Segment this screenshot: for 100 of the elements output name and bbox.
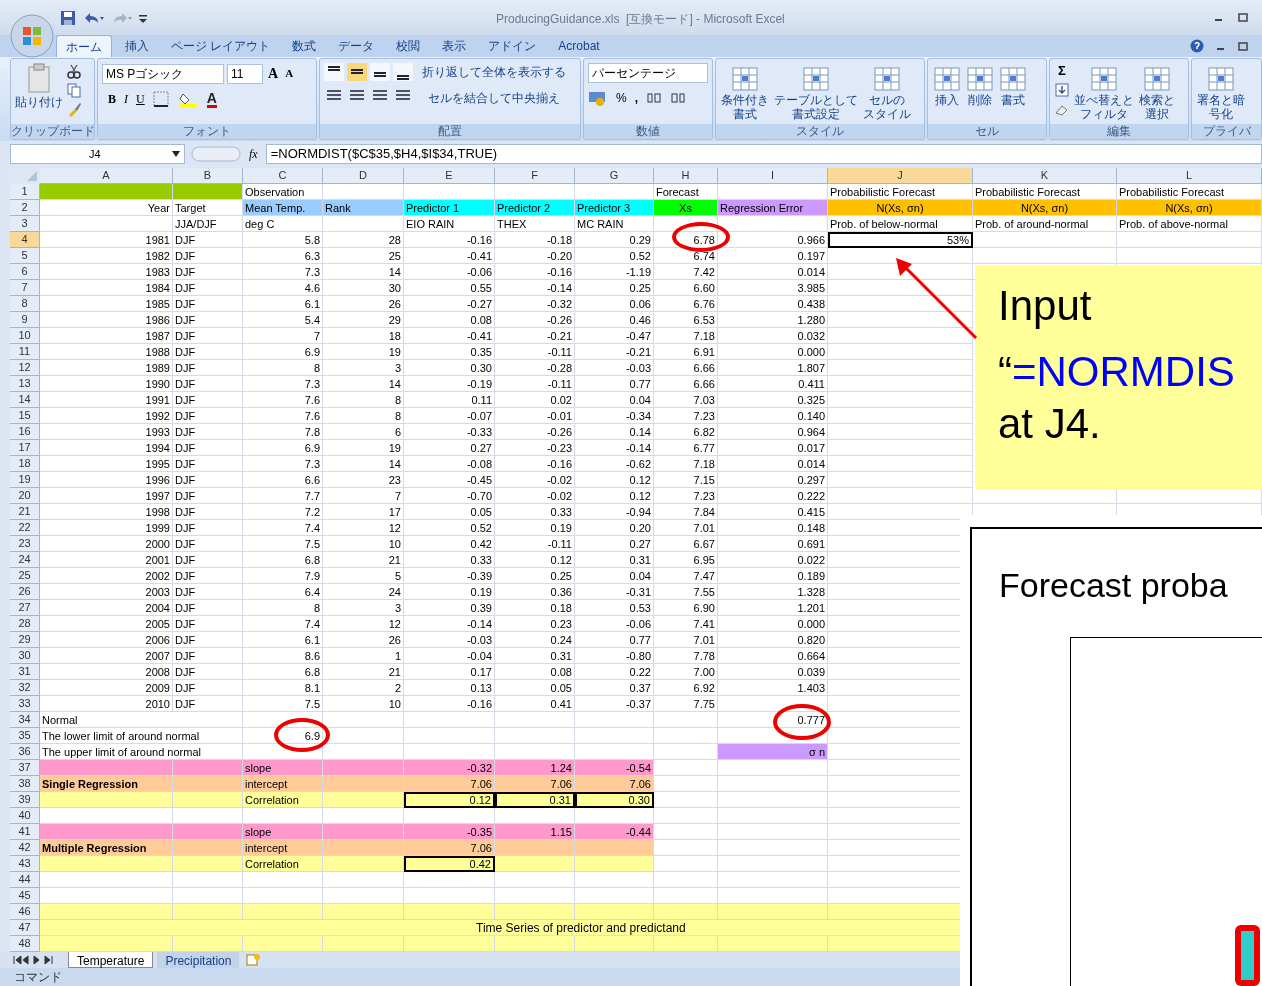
ribbon-button[interactable]: 署名と暗 号化 [1196, 63, 1246, 121]
column-header[interactable]: K [973, 168, 1117, 184]
column-header[interactable]: C [243, 168, 323, 184]
sheet-tab[interactable]: Temperature [68, 952, 154, 968]
row-header[interactable]: 48 [10, 936, 40, 952]
row-header[interactable]: 18 [10, 456, 40, 472]
ribbon-tab[interactable]: 表示 [433, 35, 476, 57]
row-header[interactable]: 10 [10, 328, 40, 344]
row-header[interactable]: 46 [10, 904, 40, 920]
format-button[interactable]: U [136, 90, 145, 108]
row-header[interactable]: 33 [10, 696, 40, 712]
comma-button[interactable]: , [634, 89, 638, 107]
formula-field[interactable]: =NORMDIST($C$35,$H4,$I$34,TRUE) [265, 144, 1262, 164]
row-header[interactable]: 13 [10, 376, 40, 392]
column-header[interactable]: E [404, 168, 495, 184]
wrap-text-button[interactable]: 折り返して全体を表示する [422, 63, 566, 81]
row-header[interactable]: 44 [10, 872, 40, 888]
row-header[interactable]: 47 [10, 920, 40, 936]
row-header[interactable]: 37 [10, 760, 40, 776]
row-header[interactable]: 16 [10, 424, 40, 440]
row-header[interactable]: 12 [10, 360, 40, 376]
format-button[interactable]: I [124, 90, 128, 108]
column-header[interactable]: H [654, 168, 718, 184]
column-header[interactable]: B [173, 168, 243, 184]
row-header[interactable]: 14 [10, 392, 40, 408]
column-header[interactable]: I [718, 168, 828, 184]
row-header[interactable]: 32 [10, 680, 40, 696]
font-name-field[interactable]: MS Pゴシック [102, 63, 224, 84]
row-header[interactable]: 22 [10, 520, 40, 536]
row-header[interactable]: 45 [10, 888, 40, 904]
ribbon-button[interactable]: テーブルとして 書式設定 [773, 63, 859, 121]
row-header[interactable]: 28 [10, 616, 40, 632]
row-header[interactable]: 24 [10, 552, 40, 568]
ribbon-button[interactable]: 書式 [998, 63, 1028, 107]
ribbon-button[interactable]: 検索と 選択 [1138, 63, 1176, 121]
number-format-field[interactable]: パーセンテージ [588, 63, 708, 83]
font-size-field[interactable]: 11 [227, 63, 263, 84]
column-header[interactable]: G [575, 168, 654, 184]
name-box[interactable]: J4 [10, 144, 185, 164]
ribbon-button[interactable]: 挿入 [932, 63, 962, 107]
row-header[interactable]: 26 [10, 584, 40, 600]
insert-function-button[interactable]: fx [247, 145, 260, 163]
row-header[interactable]: 39 [10, 792, 40, 808]
row-header[interactable]: 7 [10, 280, 40, 296]
row-header[interactable]: 21 [10, 504, 40, 520]
paste-button[interactable]: 貼り付け [15, 63, 63, 111]
row-header[interactable]: 23 [10, 536, 40, 552]
ribbon-tab[interactable]: 挿入 [116, 35, 158, 57]
ribbon-button[interactable]: 削除 [965, 63, 995, 107]
ribbon-tab[interactable]: 校閲 [387, 35, 430, 57]
ribbon-tab[interactable]: Acrobat [549, 35, 609, 57]
ribbon-tab[interactable]: データ [329, 35, 384, 57]
ribbon-tab[interactable]: ホーム [56, 35, 112, 57]
row-header[interactable]: 27 [10, 600, 40, 616]
sheet-tab[interactable]: Precipitation [157, 952, 240, 968]
row-header[interactable]: 30 [10, 648, 40, 664]
row-header[interactable]: 6 [10, 264, 40, 280]
ribbon-button[interactable]: 条件付き 書式 [720, 63, 770, 121]
shrink-font-button[interactable]: A [283, 65, 296, 82]
column-header[interactable]: D [323, 168, 404, 184]
row-header[interactable]: 2 [10, 200, 40, 216]
ribbon-button[interactable]: 並べ替えと フィルタ [1073, 63, 1135, 121]
table-cell: 0.39 [404, 600, 495, 616]
column-header[interactable]: J [828, 168, 973, 184]
format-button[interactable]: B [108, 90, 116, 108]
row-header[interactable]: 31 [10, 664, 40, 680]
row-header[interactable]: 17 [10, 440, 40, 456]
row-header[interactable]: 34 [10, 712, 40, 728]
row-header[interactable]: 9 [10, 312, 40, 328]
row-header[interactable]: 41 [10, 824, 40, 840]
row-header[interactable]: 42 [10, 840, 40, 856]
ribbon-button[interactable]: セルの スタイル [862, 63, 912, 121]
column-header[interactable]: L [1117, 168, 1262, 184]
ribbon-tab[interactable]: アドイン [479, 35, 546, 57]
row-header[interactable]: 4 [10, 232, 40, 248]
row-header[interactable]: 38 [10, 776, 40, 792]
merge-center-button[interactable]: セルを結合して中央揃え [422, 89, 566, 107]
row-header[interactable]: 20 [10, 488, 40, 504]
row-header[interactable]: 35 [10, 728, 40, 744]
grow-font-button[interactable]: A [266, 63, 281, 84]
table-cell[interactable]: 53% [828, 232, 973, 248]
row-header[interactable]: 1 [10, 184, 40, 200]
row-header[interactable]: 25 [10, 568, 40, 584]
percent-button[interactable]: % [616, 89, 627, 107]
column-header[interactable]: A [40, 168, 173, 184]
ribbon-tab[interactable]: 数式 [283, 35, 326, 57]
row-header[interactable]: 43 [10, 856, 40, 872]
row-header[interactable]: 11 [10, 344, 40, 360]
row-header[interactable]: 19 [10, 472, 40, 488]
row-header[interactable]: 3 [10, 216, 40, 232]
row-header[interactable]: 36 [10, 744, 40, 760]
row-header[interactable]: 29 [10, 632, 40, 648]
font-color-button[interactable]: A [206, 90, 217, 108]
row-header[interactable]: 5 [10, 248, 40, 264]
ribbon-tab[interactable]: ページ レイアウト [162, 35, 280, 57]
row-header[interactable]: 15 [10, 408, 40, 424]
column-header[interactable]: F [495, 168, 575, 184]
sum-button[interactable]: Σ [1054, 63, 1070, 79]
row-header[interactable]: 8 [10, 296, 40, 312]
row-header[interactable]: 40 [10, 808, 40, 824]
